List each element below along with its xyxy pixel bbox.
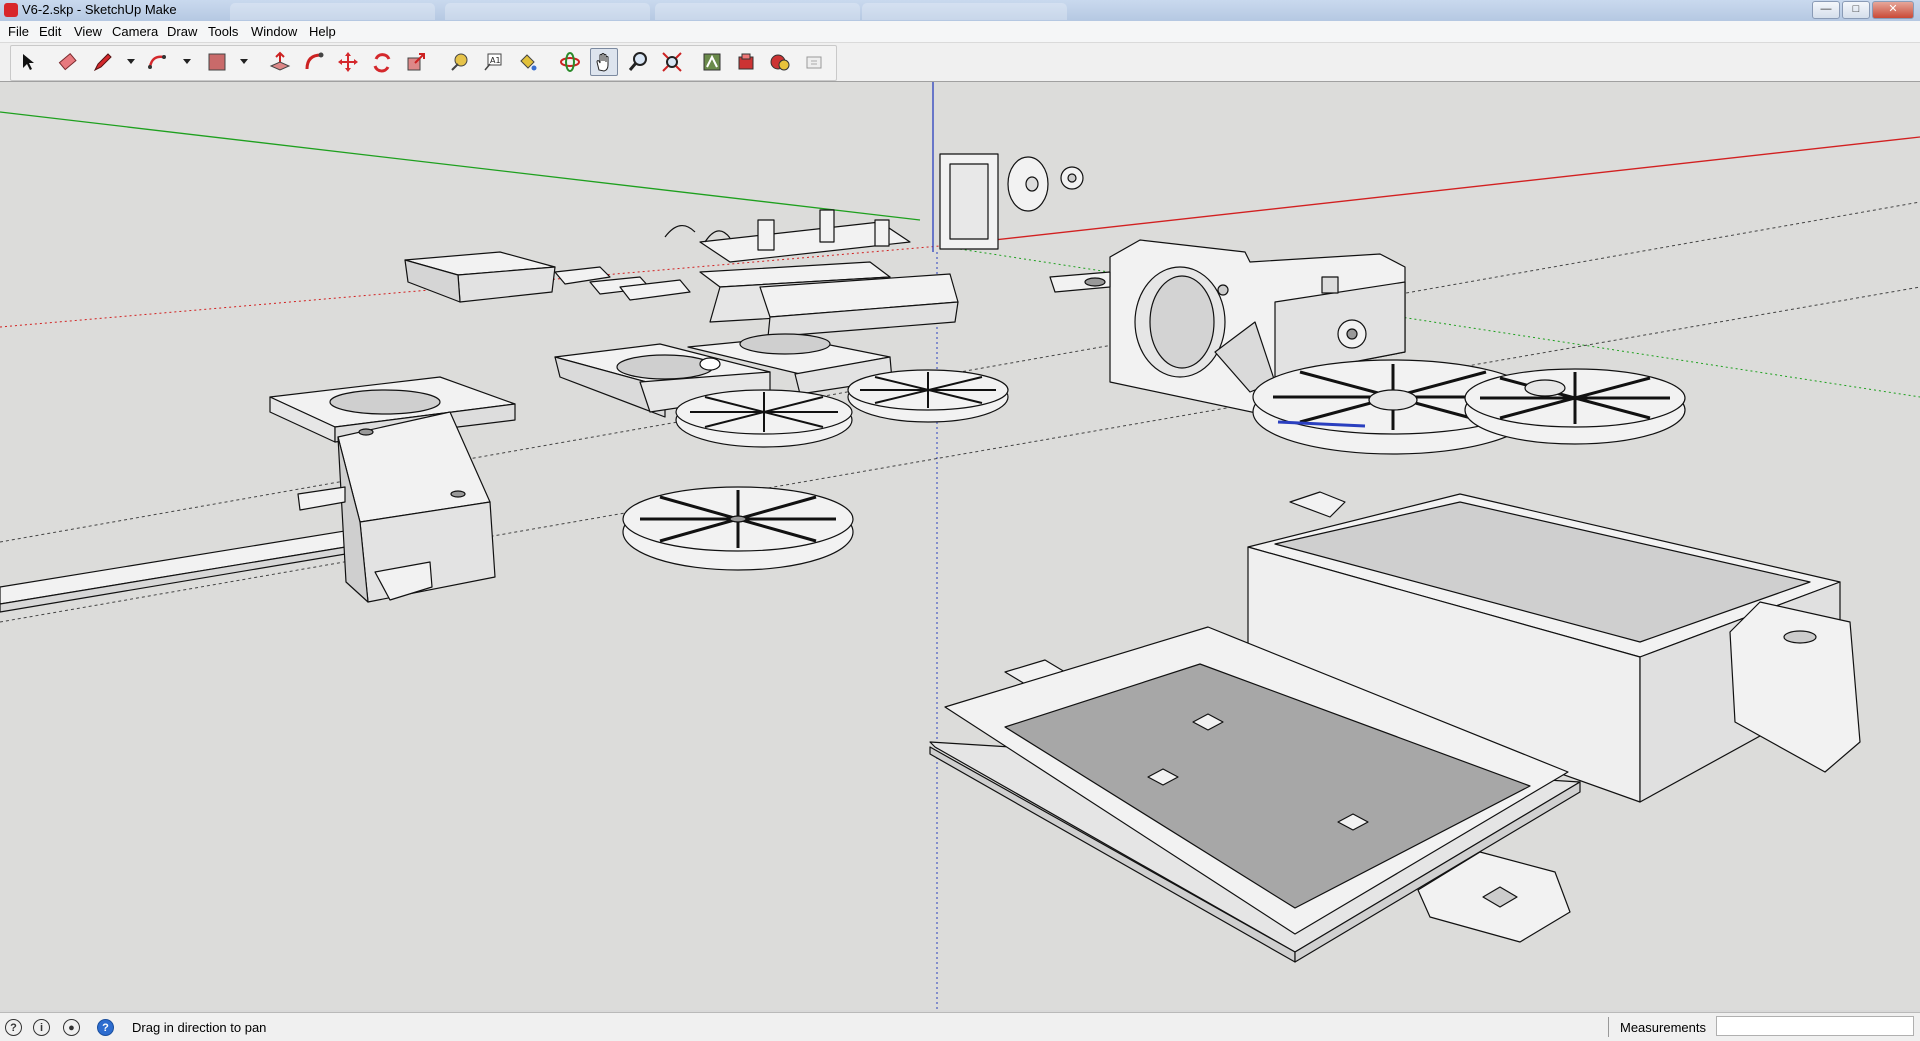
background-browser-tab[interactable] [445,3,650,20]
servo-case-part[interactable] [939,153,1084,250]
green-axis [0,111,921,221]
menu-file[interactable]: File [5,23,32,40]
title-bar: V6-2.skp - SketchUp Make — □ ✕ [0,0,1920,22]
window-controls: — □ ✕ [1812,1,1914,19]
status-hint: Drag in direction to pan [132,1020,267,1035]
rectangle-dropdown-icon[interactable] [240,59,248,64]
sketchup-app-icon [4,3,18,17]
zoom-extents-icon[interactable] [658,48,686,76]
menu-edit[interactable]: Edit [36,23,64,40]
wheel-part[interactable] [622,486,854,571]
credits-icon[interactable]: i [33,1019,50,1036]
window-title: V6-2.skp - SketchUp Make [22,2,177,17]
extension-warehouse-icon[interactable] [732,48,760,76]
send-to-layout-icon[interactable] [800,48,828,76]
wheel-part[interactable] [847,369,1009,423]
menu-bar: File Edit View Camera Draw Tools Window … [0,21,1920,43]
geo-location-icon[interactable]: ? [5,1019,22,1036]
minimize-button[interactable]: — [1812,1,1840,19]
zoom-icon[interactable] [624,48,652,76]
measurements-input[interactable] [1716,1016,1914,1036]
svg-text:A1: A1 [490,56,501,65]
servo-holder-part[interactable] [404,251,556,303]
select-icon[interactable] [14,48,42,76]
menu-help[interactable]: Help [306,23,339,40]
wheel-part[interactable] [675,389,853,448]
layout-icon[interactable] [766,48,794,76]
status-separator [1608,1017,1609,1037]
pencil-dropdown-icon[interactable] [127,59,135,64]
main-toolbar: A1 [0,43,1920,82]
arc-dropdown-icon[interactable] [183,59,191,64]
instructor-help-icon[interactable]: ? [97,1019,114,1036]
status-bar: ? i ● ? Drag in direction to pan Measure… [0,1012,1920,1041]
3d-warehouse-icon[interactable] [698,48,726,76]
menu-window[interactable]: Window [248,23,300,40]
background-browser-tab[interactable] [655,3,860,20]
eraser-icon[interactable] [54,48,82,76]
menu-view[interactable]: View [71,23,105,40]
small-clip-parts[interactable] [554,266,691,301]
pan-icon[interactable] [590,48,618,76]
paint-bucket-icon[interactable] [513,48,541,76]
background-browser-tab[interactable] [230,3,435,20]
text-icon[interactable]: A1 [479,48,507,76]
background-browser-tab[interactable] [862,3,1067,20]
red-axis [939,136,1920,247]
rectangle-icon[interactable] [203,48,231,76]
follow-me-icon[interactable] [300,48,328,76]
scale-icon[interactable] [402,48,430,76]
orbit-icon[interactable] [556,48,584,76]
pencil-icon[interactable] [89,48,117,76]
menu-draw[interactable]: Draw [164,23,200,40]
rotate-icon[interactable] [368,48,396,76]
push-pull-icon[interactable] [266,48,294,76]
user-account-icon[interactable]: ● [63,1019,80,1036]
maximize-button[interactable]: □ [1842,1,1870,19]
close-button[interactable]: ✕ [1872,1,1914,19]
bracket-part[interactable] [269,376,516,603]
move-icon[interactable] [334,48,362,76]
menu-camera[interactable]: Camera [109,23,161,40]
menu-tools[interactable]: Tools [205,23,241,40]
measurements-label: Measurements [1620,1020,1706,1035]
sensor-board-part[interactable] [664,209,959,338]
model-scene [0,82,1920,1010]
tape-measure-icon[interactable] [445,48,473,76]
wheel-part[interactable] [1464,368,1686,445]
arc-icon[interactable] [144,48,172,76]
3d-viewport[interactable] [0,82,1920,1010]
